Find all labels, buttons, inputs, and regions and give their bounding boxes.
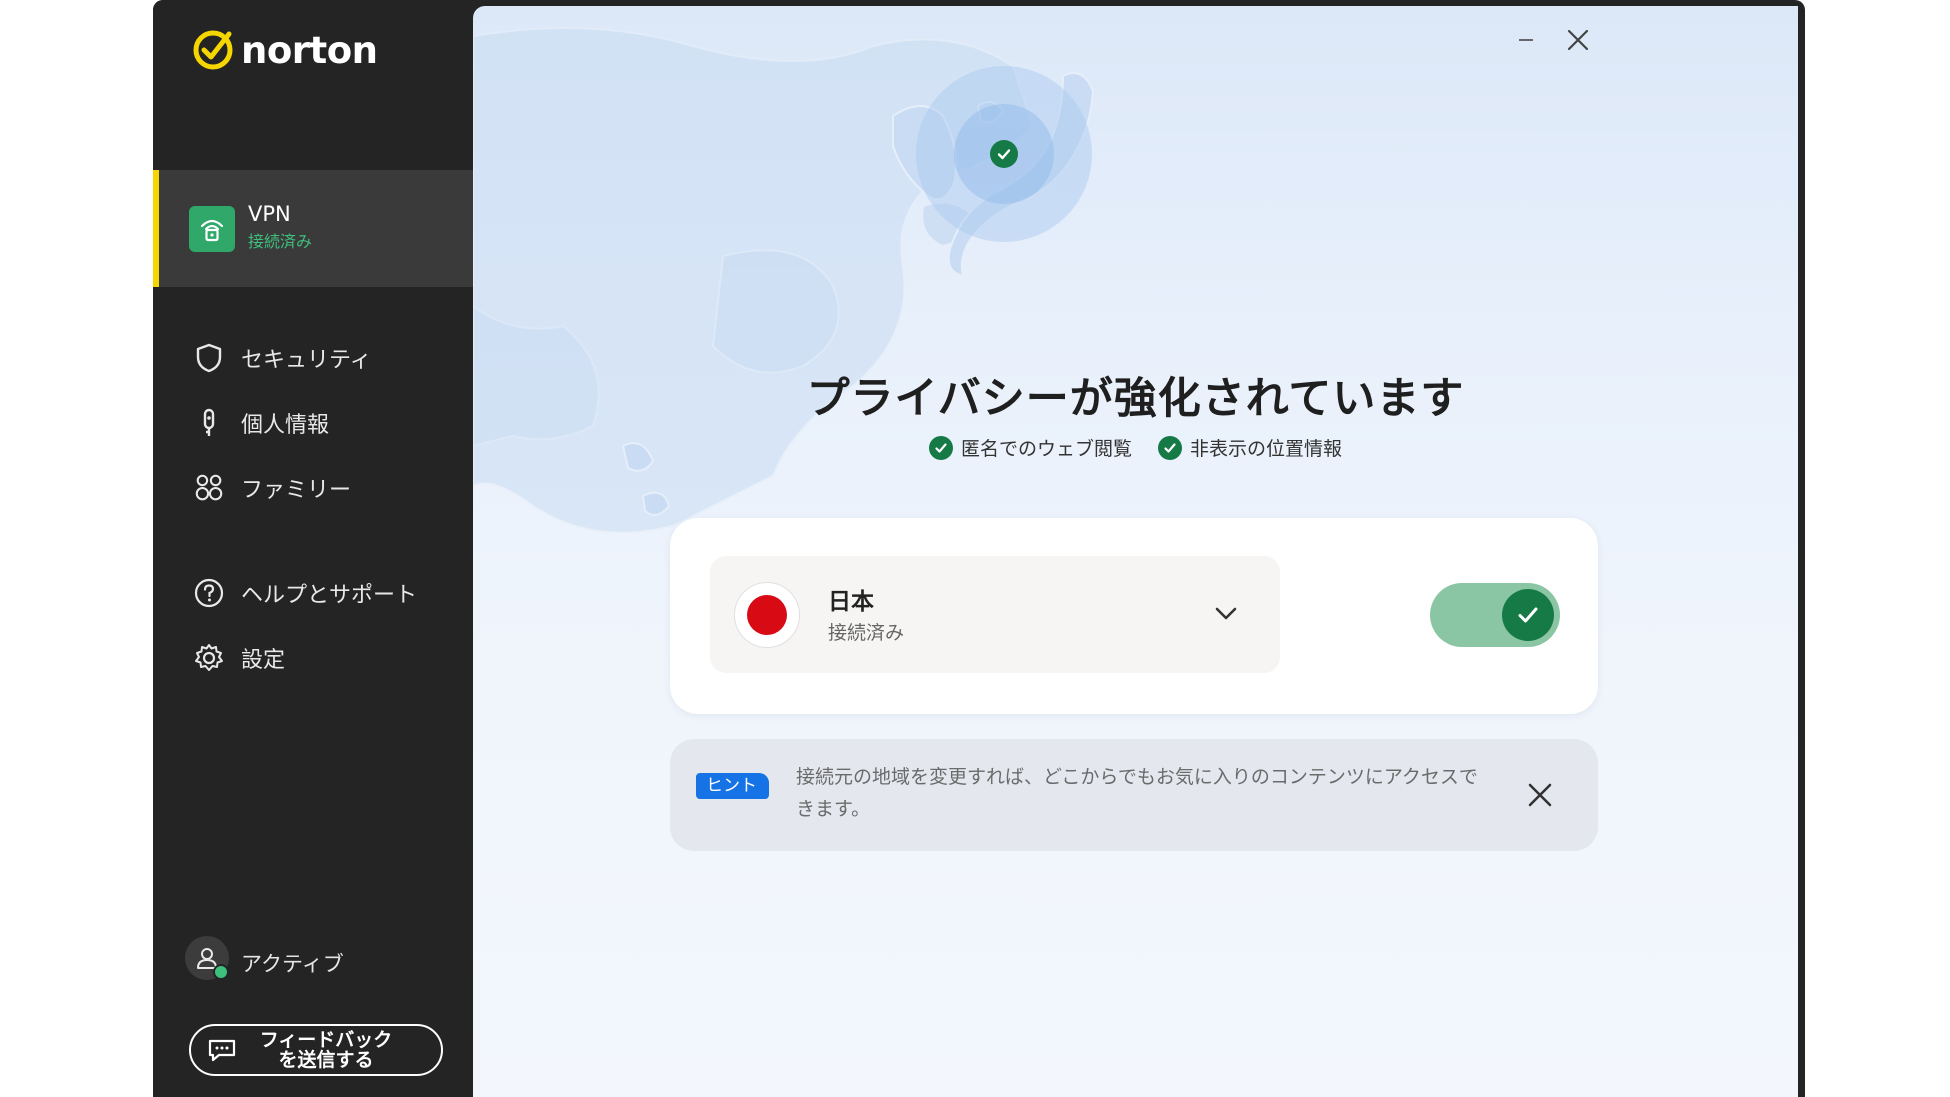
sidebar-item-family[interactable]: ファミリー — [193, 466, 351, 510]
sidebar-item-identity[interactable]: 個人情報 — [193, 401, 329, 445]
vpn-toggle[interactable] — [1430, 583, 1560, 647]
sidebar-item-label: ファミリー — [241, 478, 352, 503]
avatar — [185, 936, 229, 980]
vpn-connection-card: 日本 接続済み — [670, 518, 1598, 714]
account-status[interactable]: アクティブ — [185, 936, 344, 980]
sidebar-item-vpn[interactable]: VPN 接続済み — [153, 170, 473, 287]
country-name: 日本 — [828, 589, 874, 615]
brand-name: norton — [241, 28, 378, 72]
hint-card: ヒント 接続元の地域を変更すれば、どこからでもお気に入りのコンテンツにアクセスで… — [670, 739, 1598, 851]
identity-icon — [193, 407, 225, 439]
feature-label: 非表示の位置情報 — [1190, 438, 1343, 460]
sidebar: norton VPN 接続済み セキュリティ 個人情報 ファミリー ヘルプとサポ… — [153, 0, 473, 1097]
toggle-check-icon — [1502, 589, 1554, 641]
norton-check-icon — [193, 30, 233, 70]
sidebar-item-help[interactable]: ヘルプとサポート — [193, 571, 417, 615]
help-icon — [193, 577, 225, 609]
dismiss-hint-button[interactable] — [1522, 777, 1558, 813]
gear-icon — [193, 642, 225, 674]
family-icon — [193, 472, 225, 504]
vpn-status-label: 接続済み — [248, 232, 313, 251]
check-icon — [1158, 435, 1182, 460]
feedback-label: フィードバック を送信する — [251, 1030, 401, 1070]
sidebar-item-label: 個人情報 — [241, 413, 330, 438]
sidebar-item-security[interactable]: セキュリティ — [193, 336, 372, 380]
sidebar-item-label: VPN — [248, 202, 291, 226]
send-feedback-button[interactable]: フィードバック を送信する — [189, 1024, 443, 1076]
feature-anonymous-browsing: 匿名でのウェブ閲覧 — [928, 434, 1132, 461]
feature-label: 匿名でのウェブ閲覧 — [960, 438, 1132, 460]
close-icon — [1528, 783, 1552, 807]
close-icon — [1567, 29, 1589, 51]
feature-hidden-location: 非表示の位置情報 — [1158, 434, 1342, 461]
connection-status: 接続済み — [828, 622, 905, 644]
vpn-lock-icon — [189, 206, 235, 252]
feedback-label-line1: フィードバック — [259, 1029, 393, 1051]
chat-feedback-icon — [208, 1039, 236, 1062]
minimize-button[interactable] — [1506, 20, 1546, 60]
shield-icon — [193, 342, 225, 374]
sidebar-item-settings[interactable]: 設定 — [193, 636, 285, 680]
sidebar-item-label: ヘルプとサポート — [241, 583, 418, 608]
app-window: norton VPN 接続済み セキュリティ 個人情報 ファミリー ヘルプとサポ… — [153, 0, 1805, 1097]
check-icon — [928, 435, 953, 460]
online-status-dot — [213, 964, 229, 980]
world-map-background — [473, 27, 1095, 534]
hint-badge: ヒント — [696, 773, 769, 799]
chevron-down-icon — [1215, 607, 1237, 620]
account-label: アクティブ — [241, 952, 344, 976]
norton-logo: norton — [191, 28, 378, 72]
location-check-icon — [990, 140, 1018, 168]
privacy-headline: プライバシーが強化されています — [806, 374, 1465, 424]
japan-flag-icon — [734, 582, 800, 648]
hint-text: 接続元の地域を変更すれば、どこからでもお気に入りのコンテンツにアクセスできます。 — [796, 766, 1478, 820]
privacy-features: 匿名でのウェブ閲覧 非表示の位置情報 — [473, 434, 1798, 461]
country-selector[interactable]: 日本 接続済み — [710, 556, 1280, 673]
minimize-icon — [1519, 39, 1533, 41]
close-window-button[interactable] — [1558, 20, 1598, 60]
sidebar-item-label: セキュリティ — [241, 348, 372, 373]
feedback-label-line2: を送信する — [278, 1049, 374, 1071]
main-panel: プライバシーが強化されています 匿名でのウェブ閲覧 非表示の位置情報 日本 接続… — [473, 6, 1798, 1097]
sidebar-item-label: 設定 — [241, 648, 286, 673]
